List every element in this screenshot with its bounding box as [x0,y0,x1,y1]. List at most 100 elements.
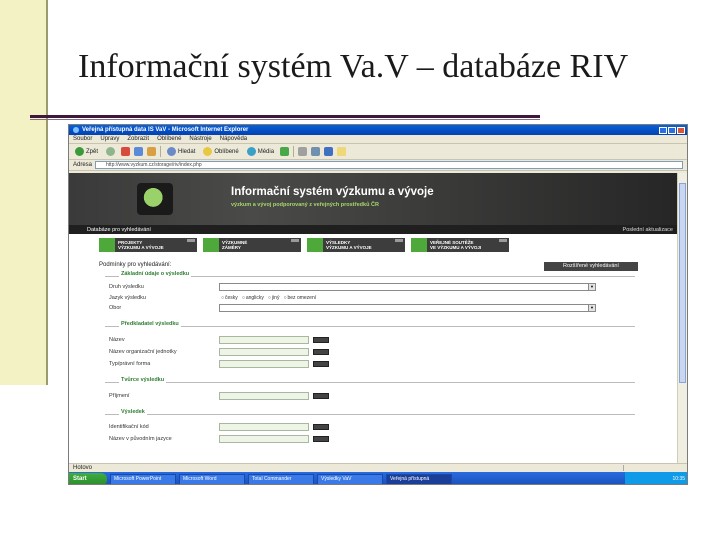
status-text: Hotovo [73,465,93,471]
media-label: Média [257,148,275,155]
tab-vysledky[interactable]: VÝSLEDKY VÝZKUMU A VÝVOJE [307,238,405,252]
section-tabs: PROJEKTY VÝZKUMU A VÝVOJE VÝZKUMNÉ ZÁMĚR… [69,234,679,256]
nazev-picker-button[interactable] [313,337,329,343]
obor-select[interactable]: ▼ [219,304,596,312]
system-tray: 10:35 [625,472,687,484]
form-title: Podmínky pro vyhledávání: [99,262,172,268]
maximize-button[interactable] [668,126,676,134]
home-icon[interactable] [147,147,157,156]
language-radio-group: česky anglicky jiný bez omezení [221,295,316,301]
druh-select[interactable]: ▼ [219,283,596,291]
tab-projekty-mini-icon [187,239,195,242]
favorites-button[interactable]: Oblíbené [201,146,240,158]
edit-icon[interactable] [324,147,334,156]
history-icon[interactable] [280,147,290,156]
stop-icon[interactable] [121,147,131,156]
tab-zamery-line2: ZÁMĚRY [222,245,241,250]
label-typ: Typ/právní forma [109,361,151,367]
tab-zamery-mini-icon [291,239,299,242]
ie-icon [73,127,79,133]
id-input[interactable] [219,423,309,431]
refresh-icon[interactable] [134,147,144,156]
label-nazev: Název [109,337,125,343]
browser-window: Veřejná přístupná data IS VaV - Microsof… [68,124,688,485]
tab-vysledky-line2: VÝZKUMU A VÝVOJE [326,245,372,250]
start-button[interactable]: Start [69,472,107,484]
tab-souteze-mini-icon [499,239,507,242]
media-button[interactable]: Média [245,146,276,158]
typ-picker-button[interactable] [313,361,329,367]
label-obor: Obor [109,305,122,311]
id-picker-button[interactable] [313,424,329,430]
org-picker-button[interactable] [313,349,329,355]
nazev-jazyk-input[interactable] [219,435,309,443]
chevron-down-icon: ▼ [588,284,595,290]
menu-help[interactable]: Nápověda [220,136,247,142]
minimize-button[interactable] [659,126,667,134]
address-bar: Adresa http://www.vyzkum.cz/storage/riv/… [69,160,687,171]
folder-icon[interactable] [337,147,347,156]
section-basic-label: Základní údaje o výsledku [119,271,192,277]
site-banner: Informační systém výzkumu a vývoje výzku… [69,173,679,225]
task-item[interactable]: Total Commander [248,473,314,484]
scrollbar-thumb[interactable] [679,183,686,383]
section-tvurce-label: Tvůrce výsledku [119,377,167,383]
typ-input[interactable] [219,360,309,368]
forward-button[interactable] [104,146,117,158]
tab-vysledky-mini-icon [395,239,403,242]
back-button[interactable]: Zpět [73,146,100,158]
tab-projekty-line2: VÝZKUMU A VÝVOJE [118,245,164,250]
label-org: Název organizační jednotky [109,349,177,355]
prijmeni-picker-button[interactable] [313,393,329,399]
radio-bez-omezeni[interactable]: bez omezení [283,295,317,301]
search-label: Hledat [178,148,196,155]
section-vysledek: Výsledek [105,409,635,415]
radio-anglicky[interactable]: anglicky [242,295,264,301]
label-nazev-jazyk: Název v původním jazyce [109,436,172,442]
task-item[interactable]: Microsoft PowerPoint [110,473,176,484]
menu-edit[interactable]: Úpravy [100,136,119,142]
menu-tools[interactable]: Nástroje [189,136,211,142]
label-id: Identifikační kód [109,424,149,430]
media-icon [246,147,256,156]
nazev-jazyk-picker-button[interactable] [313,436,329,442]
close-button[interactable] [677,126,685,134]
org-input[interactable] [219,348,309,356]
slide-side-band-edge [46,0,48,385]
task-item[interactable]: Microsoft Word [179,473,245,484]
tab-zamery[interactable]: VÝZKUMNÉ ZÁMĚRY [203,238,301,252]
section-vysledek-label: Výsledek [119,409,147,415]
toolbar-separator [160,146,162,157]
label-jazyk: Jazyk výsledku [109,295,146,301]
status-bar: Hotovo [69,463,687,472]
toolbar-separator [293,146,295,157]
address-input[interactable]: http://www.vyzkum.cz/storage/riv/index.p… [95,161,683,169]
radio-jiny[interactable]: jiný [268,295,280,301]
task-item-active[interactable]: Veřejná přístupná [386,473,452,484]
menu-favorites[interactable]: Oblíbené [157,136,181,142]
task-item[interactable]: Výsledky VaV [317,473,383,484]
window-title: Veřejná přístupná data IS VaV - Microsof… [82,127,249,133]
tab-souteze[interactable]: VEŘEJNÉ SOUTĚŽE VE VÝZKUMU A VÝVOJI [411,238,509,252]
last-update-label: Poslední aktualizace [622,226,673,233]
print-icon[interactable] [311,147,321,156]
security-zone [623,465,683,471]
nazev-input[interactable] [219,336,309,344]
star-icon [203,147,213,156]
tab-projekty[interactable]: PROJEKTY VÝZKUMU A VÝVOJE [99,238,197,252]
clock: 10:35 [672,476,685,482]
vertical-scrollbar[interactable] [677,173,687,463]
mail-icon[interactable] [298,147,308,156]
radio-cesky[interactable]: česky [221,295,238,301]
banner-title: Informační systém výzkumu a vývoje [231,186,434,198]
search-button[interactable]: Hledat [165,146,197,158]
section-predkladatel-label: Předkladatel výsledku [119,321,181,327]
advanced-search-button[interactable]: Rozšířené vyhledávání [544,262,638,271]
menu-file[interactable]: Soubor [73,136,92,142]
search-form: Podmínky pro vyhledávání: Rozšířené vyhl… [69,256,679,456]
menu-view[interactable]: Zobrazit [127,136,149,142]
search-icon [167,147,177,156]
tab-souteze-line2: VE VÝZKUMU A VÝVOJI [430,245,482,250]
browser-toolbar: Zpět Hledat Oblíbené Média [69,144,687,160]
prijmeni-input[interactable] [219,392,309,400]
